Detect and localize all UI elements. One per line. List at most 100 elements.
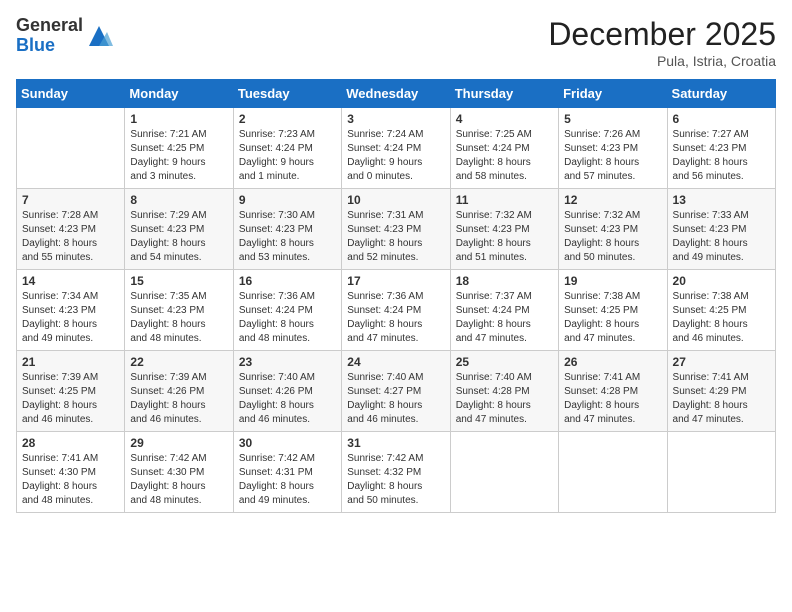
- calendar-cell: 20 Sunrise: 7:38 AMSunset: 4:25 PMDayligh…: [667, 270, 775, 351]
- calendar-cell: 23 Sunrise: 7:40 AMSunset: 4:26 PMDayligh…: [233, 351, 341, 432]
- day-number: 10: [347, 193, 444, 207]
- header-monday: Monday: [125, 80, 233, 108]
- calendar-cell: 16 Sunrise: 7:36 AMSunset: 4:24 PMDayligh…: [233, 270, 341, 351]
- calendar-cell: 24 Sunrise: 7:40 AMSunset: 4:27 PMDayligh…: [342, 351, 450, 432]
- header-tuesday: Tuesday: [233, 80, 341, 108]
- calendar-cell: 5 Sunrise: 7:26 AMSunset: 4:23 PMDaylight…: [559, 108, 667, 189]
- calendar-cell: 3 Sunrise: 7:24 AMSunset: 4:24 PMDaylight…: [342, 108, 450, 189]
- day-number: 12: [564, 193, 661, 207]
- calendar-cell: 25 Sunrise: 7:40 AMSunset: 4:28 PMDayligh…: [450, 351, 558, 432]
- day-number: 5: [564, 112, 661, 126]
- calendar-body: 1 Sunrise: 7:21 AMSunset: 4:25 PMDaylight…: [17, 108, 776, 513]
- calendar-cell: 31Sunrise: 7:42 AMSunset: 4:32 PMDayligh…: [342, 432, 450, 513]
- day-info: Sunrise: 7:23 AMSunset: 4:24 PMDaylight:…: [239, 128, 336, 184]
- calendar-cell: 12 Sunrise: 7:32 AMSunset: 4:23 PMDayligh…: [559, 189, 667, 270]
- day-info: Sunrise: 7:26 AMSunset: 4:23 PMDaylight:…: [564, 128, 661, 184]
- header-wednesday: Wednesday: [342, 80, 450, 108]
- day-number: 11: [456, 193, 553, 207]
- day-number: 28: [22, 436, 119, 450]
- day-number: 16: [239, 274, 336, 288]
- day-info: Sunrise: 7:36 AMSunset: 4:24 PMDaylight:…: [347, 290, 444, 346]
- day-info: Sunrise: 7:41 AMSunset: 4:29 PMDaylight:…: [673, 371, 770, 427]
- day-info: Sunrise: 7:40 AMSunset: 4:27 PMDaylight:…: [347, 371, 444, 427]
- calendar-cell: 11 Sunrise: 7:32 AMSunset: 4:23 PMDayligh…: [450, 189, 558, 270]
- location: Pula, Istria, Croatia: [548, 53, 776, 69]
- calendar-week-1: 1 Sunrise: 7:21 AMSunset: 4:25 PMDaylight…: [17, 108, 776, 189]
- day-number: 20: [673, 274, 770, 288]
- day-info: Sunrise: 7:40 AMSunset: 4:28 PMDaylight:…: [456, 371, 553, 427]
- day-info: Sunrise: 7:21 AMSunset: 4:25 PMDaylight:…: [130, 128, 227, 184]
- day-info: Sunrise: 7:37 AMSunset: 4:24 PMDaylight:…: [456, 290, 553, 346]
- logo-general: General: [16, 16, 83, 36]
- day-info: Sunrise: 7:29 AMSunset: 4:23 PMDaylight:…: [130, 209, 227, 265]
- day-info: Sunrise: 7:27 AMSunset: 4:23 PMDaylight:…: [673, 128, 770, 184]
- day-number: 9: [239, 193, 336, 207]
- calendar-cell: 15 Sunrise: 7:35 AMSunset: 4:23 PMDayligh…: [125, 270, 233, 351]
- day-number: 3: [347, 112, 444, 126]
- day-number: 15: [130, 274, 227, 288]
- day-info: Sunrise: 7:42 AMSunset: 4:31 PMDaylight:…: [239, 452, 336, 508]
- day-number: 27: [673, 355, 770, 369]
- calendar-cell: 14Sunrise: 7:34 AMSunset: 4:23 PMDayligh…: [17, 270, 125, 351]
- day-number: 6: [673, 112, 770, 126]
- day-info: Sunrise: 7:42 AMSunset: 4:30 PMDaylight:…: [130, 452, 227, 508]
- calendar-cell: 6 Sunrise: 7:27 AMSunset: 4:23 PMDaylight…: [667, 108, 775, 189]
- calendar-cell: 30Sunrise: 7:42 AMSunset: 4:31 PMDayligh…: [233, 432, 341, 513]
- calendar-week-5: 28Sunrise: 7:41 AMSunset: 4:30 PMDayligh…: [17, 432, 776, 513]
- month-title: December 2025: [548, 16, 776, 53]
- calendar-table: Sunday Monday Tuesday Wednesday Thursday…: [16, 79, 776, 513]
- day-number: 22: [130, 355, 227, 369]
- day-info: Sunrise: 7:31 AMSunset: 4:23 PMDaylight:…: [347, 209, 444, 265]
- day-number: 21: [22, 355, 119, 369]
- calendar-cell: 7 Sunrise: 7:28 AMSunset: 4:23 PMDaylight…: [17, 189, 125, 270]
- calendar-header: Sunday Monday Tuesday Wednesday Thursday…: [17, 80, 776, 108]
- day-number: 23: [239, 355, 336, 369]
- calendar-cell: 29Sunrise: 7:42 AMSunset: 4:30 PMDayligh…: [125, 432, 233, 513]
- calendar-cell: 13Sunrise: 7:33 AMSunset: 4:23 PMDayligh…: [667, 189, 775, 270]
- logo-icon: [85, 22, 113, 50]
- calendar-cell: [559, 432, 667, 513]
- day-info: Sunrise: 7:30 AMSunset: 4:23 PMDaylight:…: [239, 209, 336, 265]
- calendar-cell: 21Sunrise: 7:39 AMSunset: 4:25 PMDayligh…: [17, 351, 125, 432]
- day-number: 2: [239, 112, 336, 126]
- day-number: 14: [22, 274, 119, 288]
- calendar-cell: 19Sunrise: 7:38 AMSunset: 4:25 PMDayligh…: [559, 270, 667, 351]
- day-number: 7: [22, 193, 119, 207]
- calendar-cell: 10 Sunrise: 7:31 AMSunset: 4:23 PMDayligh…: [342, 189, 450, 270]
- day-info: Sunrise: 7:40 AMSunset: 4:26 PMDaylight:…: [239, 371, 336, 427]
- calendar-cell: 8 Sunrise: 7:29 AMSunset: 4:23 PMDaylight…: [125, 189, 233, 270]
- calendar-cell: 18 Sunrise: 7:37 AMSunset: 4:24 PMDayligh…: [450, 270, 558, 351]
- calendar-cell: 1 Sunrise: 7:21 AMSunset: 4:25 PMDaylight…: [125, 108, 233, 189]
- day-number: 24: [347, 355, 444, 369]
- day-info: Sunrise: 7:28 AMSunset: 4:23 PMDaylight:…: [22, 209, 119, 265]
- day-info: Sunrise: 7:38 AMSunset: 4:25 PMDaylight:…: [564, 290, 661, 346]
- calendar-cell: 9 Sunrise: 7:30 AMSunset: 4:23 PMDaylight…: [233, 189, 341, 270]
- calendar-cell: [667, 432, 775, 513]
- calendar-cell: [450, 432, 558, 513]
- day-info: Sunrise: 7:36 AMSunset: 4:24 PMDaylight:…: [239, 290, 336, 346]
- day-info: Sunrise: 7:32 AMSunset: 4:23 PMDaylight:…: [456, 209, 553, 265]
- page-header: General Blue December 2025 Pula, Istria,…: [16, 16, 776, 69]
- day-info: Sunrise: 7:24 AMSunset: 4:24 PMDaylight:…: [347, 128, 444, 184]
- day-number: 31: [347, 436, 444, 450]
- day-info: Sunrise: 7:32 AMSunset: 4:23 PMDaylight:…: [564, 209, 661, 265]
- day-number: 1: [130, 112, 227, 126]
- calendar-cell: 2 Sunrise: 7:23 AMSunset: 4:24 PMDaylight…: [233, 108, 341, 189]
- day-number: 25: [456, 355, 553, 369]
- day-number: 17: [347, 274, 444, 288]
- calendar-cell: 22 Sunrise: 7:39 AMSunset: 4:26 PMDayligh…: [125, 351, 233, 432]
- header-saturday: Saturday: [667, 80, 775, 108]
- day-info: Sunrise: 7:35 AMSunset: 4:23 PMDaylight:…: [130, 290, 227, 346]
- day-info: Sunrise: 7:38 AMSunset: 4:25 PMDaylight:…: [673, 290, 770, 346]
- day-number: 18: [456, 274, 553, 288]
- header-friday: Friday: [559, 80, 667, 108]
- day-info: Sunrise: 7:39 AMSunset: 4:26 PMDaylight:…: [130, 371, 227, 427]
- logo: General Blue: [16, 16, 113, 56]
- day-number: 8: [130, 193, 227, 207]
- weekday-header-row: Sunday Monday Tuesday Wednesday Thursday…: [17, 80, 776, 108]
- calendar-cell: 17 Sunrise: 7:36 AMSunset: 4:24 PMDayligh…: [342, 270, 450, 351]
- calendar-cell: [17, 108, 125, 189]
- calendar-cell: 28Sunrise: 7:41 AMSunset: 4:30 PMDayligh…: [17, 432, 125, 513]
- day-info: Sunrise: 7:41 AMSunset: 4:28 PMDaylight:…: [564, 371, 661, 427]
- day-number: 4: [456, 112, 553, 126]
